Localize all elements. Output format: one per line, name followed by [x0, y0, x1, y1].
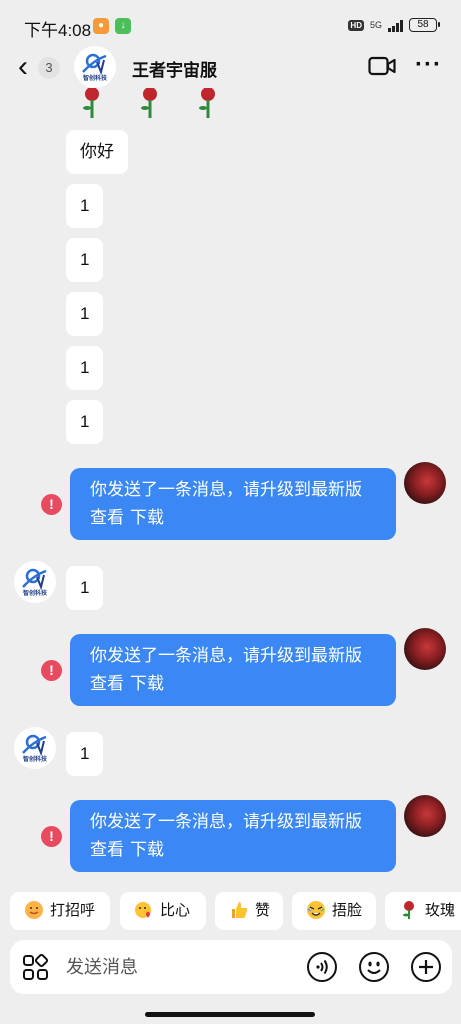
notification-app-icon: ●: [93, 18, 109, 34]
quick-reply-label: 赞: [255, 902, 271, 919]
download-link[interactable]: 下载: [130, 508, 164, 527]
back-arrow-icon[interactable]: ‹: [18, 52, 28, 82]
svg-text:智创科技: 智创科技: [23, 589, 48, 597]
my-avatar[interactable]: [404, 628, 446, 670]
download-icon: ↓: [115, 18, 131, 34]
thumbs-up-icon: [232, 901, 248, 918]
quick-reply-bar: 打招呼 比心 赞 捂脸 玫瑰: [10, 892, 461, 930]
hd-icon: HD: [348, 19, 364, 31]
emoji-icon[interactable]: [358, 951, 390, 983]
quick-reply-label: 捂脸: [332, 902, 363, 919]
grid-apps-icon[interactable]: [22, 953, 50, 987]
greet-emoji-icon: [25, 900, 43, 919]
rose-stickers: [83, 88, 215, 118]
message-input-bar: [10, 940, 452, 994]
contact-avatar[interactable]: 智创科技: [14, 727, 56, 769]
error-icon[interactable]: !: [41, 826, 62, 847]
voice-icon[interactable]: [306, 951, 338, 983]
message-bubble[interactable]: 1: [66, 238, 104, 282]
error-icon[interactable]: !: [41, 660, 62, 681]
outgoing-message-bubble[interactable]: 你发送了一条消息，请升级到最新版查看 下载: [70, 468, 396, 540]
quick-reply-facepalm[interactable]: 捂脸: [292, 892, 376, 930]
brand-logo-icon: 智创科技: [22, 734, 48, 763]
battery-icon: 58: [409, 18, 440, 32]
status-time: 下午4:08: [24, 21, 92, 40]
brand-logo-icon: 智创科技: [82, 53, 108, 82]
message-bubble[interactable]: 1: [66, 566, 104, 610]
my-avatar[interactable]: [404, 462, 446, 504]
message-bubble[interactable]: 1: [66, 292, 104, 336]
chat-header: ‹ 3 智创科技 王者宇宙服 ···: [0, 44, 461, 92]
video-call-icon[interactable]: [368, 56, 396, 81]
message-bubble[interactable]: 1: [66, 400, 104, 444]
svg-text:智创科技: 智创科技: [83, 74, 108, 82]
quick-reply-greet[interactable]: 打招呼: [10, 892, 110, 930]
status-indicators: HD 5G 58: [348, 18, 440, 32]
message-bubble[interactable]: 1: [66, 184, 104, 228]
download-link[interactable]: 下载: [130, 674, 164, 693]
message-input[interactable]: [66, 952, 286, 982]
facepalm-emoji-icon: [307, 900, 325, 919]
heart-emoji-icon: [135, 901, 151, 918]
quick-reply-label: 玫瑰: [425, 902, 456, 919]
chat-title[interactable]: 王者宇宙服: [132, 56, 217, 81]
more-icon[interactable]: ···: [415, 53, 442, 77]
outgoing-message-bubble[interactable]: 你发送了一条消息，请升级到最新版查看 下载: [70, 634, 396, 706]
message-bubble[interactable]: 1: [66, 346, 104, 390]
rose-icon: [403, 900, 414, 919]
quick-reply-like[interactable]: 赞: [215, 892, 283, 930]
error-icon[interactable]: !: [41, 494, 62, 515]
brand-logo-icon: 智创科技: [22, 568, 48, 597]
quick-reply-label: 打招呼: [50, 902, 96, 919]
quick-reply-rose[interactable]: 玫瑰: [385, 892, 461, 930]
rose-icon: [83, 88, 99, 118]
quick-reply-label: 比心: [160, 902, 191, 919]
rose-icon: [199, 88, 215, 118]
outgoing-message-bubble[interactable]: 你发送了一条消息，请升级到最新版查看 下载: [70, 800, 396, 872]
quick-reply-heart[interactable]: 比心: [120, 892, 206, 930]
message-bubble[interactable]: 1: [66, 732, 104, 776]
home-indicator[interactable]: [145, 1012, 315, 1017]
download-link[interactable]: 下载: [130, 840, 164, 859]
svg-text:智创科技: 智创科技: [23, 755, 48, 763]
my-avatar[interactable]: [404, 795, 446, 837]
unread-count-badge[interactable]: 3: [38, 57, 60, 79]
contact-avatar[interactable]: 智创科技: [14, 561, 56, 603]
plus-icon[interactable]: [410, 951, 442, 983]
contact-avatar[interactable]: 智创科技: [74, 46, 116, 88]
rose-icon: [141, 88, 157, 118]
message-bubble[interactable]: 你好: [66, 130, 128, 174]
signal-icon: [388, 19, 403, 32]
network-type: 5G: [369, 19, 382, 30]
